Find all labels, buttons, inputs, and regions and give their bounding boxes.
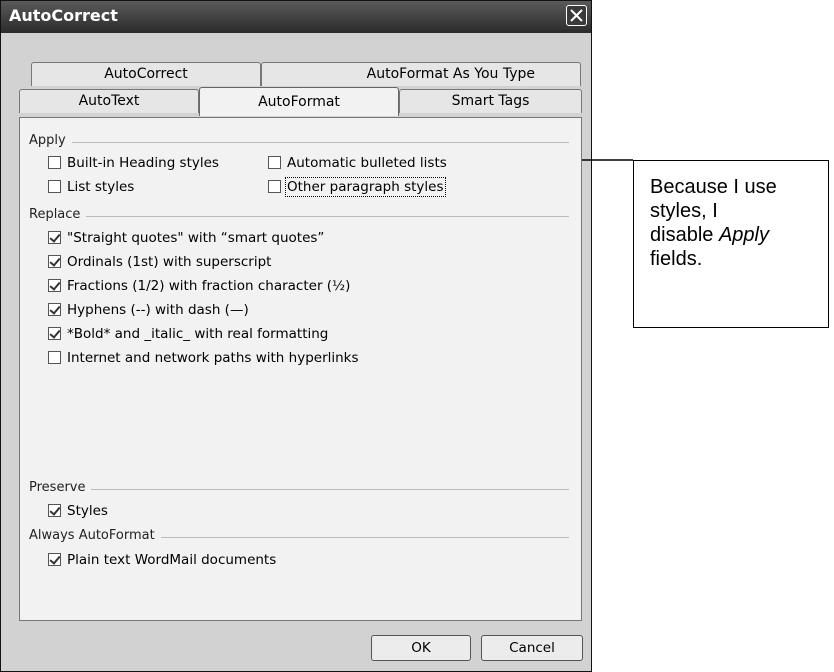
checkbox-box[interactable] xyxy=(48,278,61,292)
callout-line-1: Because I use xyxy=(650,176,777,198)
callout-line-2: styles, I xyxy=(650,200,718,222)
checkbox-box[interactable] xyxy=(48,155,61,169)
styles-checkbox[interactable]: Styles xyxy=(48,503,108,521)
apply-group-label: Apply xyxy=(29,133,569,151)
checkbox-box[interactable] xyxy=(48,503,61,517)
checkbox-box[interactable] xyxy=(48,326,61,340)
fractions-checkbox[interactable]: Fractions (1/2) with fraction character … xyxy=(48,278,350,296)
builtin-heading-styles-checkbox[interactable]: Built-in Heading styles xyxy=(48,155,219,173)
smart-quotes-checkbox[interactable]: "Straight quotes" with “smart quotes” xyxy=(48,230,324,248)
checkbox-box[interactable] xyxy=(268,155,281,169)
plain-text-wordmail-checkbox[interactable]: Plain text WordMail documents xyxy=(48,552,276,570)
checkbox-box[interactable] xyxy=(268,179,281,193)
other-paragraph-styles-checkbox[interactable]: Other paragraph styles xyxy=(268,177,446,197)
callout-line-3: disable Apply xyxy=(650,224,769,246)
annotation-callout: Because I use styles, I disable Apply fi… xyxy=(633,160,829,328)
hyphens-checkbox[interactable]: Hyphens (--) with dash (—) xyxy=(48,302,249,320)
bold-italic-checkbox[interactable]: *Bold* and _italic_ with real formatting xyxy=(48,326,328,344)
always-autoformat-group-label: Always AutoFormat xyxy=(29,528,569,546)
list-styles-checkbox[interactable]: List styles xyxy=(48,179,134,197)
replace-group-label: Replace xyxy=(29,207,569,225)
checkbox-box[interactable] xyxy=(48,254,61,268)
checkbox-box[interactable] xyxy=(48,552,61,566)
checkbox-box[interactable] xyxy=(48,302,61,316)
checkbox-box[interactable] xyxy=(48,230,61,244)
callout-line-4: fields. xyxy=(650,248,703,270)
autoformat-panel: Apply Built-in Heading styles Automatic … xyxy=(19,117,582,621)
preserve-group-label: Preserve xyxy=(29,480,569,498)
automatic-bulleted-lists-checkbox[interactable]: Automatic bulleted lists xyxy=(268,155,447,173)
checkbox-box[interactable] xyxy=(48,350,61,364)
ordinals-checkbox[interactable]: Ordinals (1st) with superscript xyxy=(48,254,271,272)
hyperlinks-checkbox[interactable]: Internet and network paths with hyperlin… xyxy=(48,350,359,368)
tab-autoformat[interactable]: AutoFormat xyxy=(199,87,399,116)
checkbox-box[interactable] xyxy=(48,179,61,193)
